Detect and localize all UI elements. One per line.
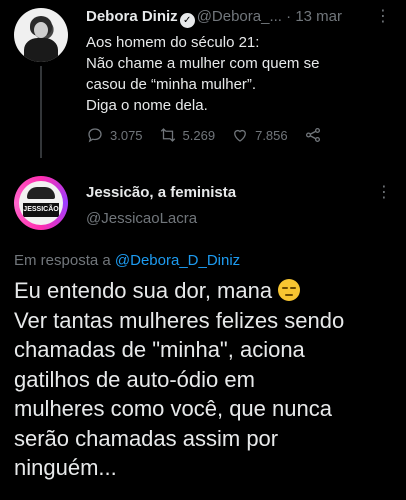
reply-line: mulheres como você, que nunca [14,396,332,421]
heart-icon [234,129,246,142]
reply-line: Ver tantas mulheres felizes sendo [14,307,345,333]
thread-connector [40,66,42,158]
share-button[interactable] [304,126,322,144]
more-options-icon[interactable]: ⋮ [375,6,392,26]
tweet-text: Aos homem do século 21: Não chame a mulh… [86,32,386,116]
tweet-line: casou de “minha mulher”. [86,76,257,93]
author-name[interactable]: Debora Diniz [86,8,178,25]
like-button[interactable]: 7.856 [231,126,288,144]
in-reply-handle-link[interactable]: @Debora_D_Diniz [115,252,240,269]
original-tweet[interactable]: Debora Diniz ✓ @Debora_... · 13 mar ⋮ Aos … [0,0,406,160]
reply-line: chamadas de "minha", aciona [14,337,305,362]
share-icon [305,127,320,143]
in-reply-to: Em resposta a @Debora_D_Diniz [14,252,240,269]
retweet-icon [160,128,175,142]
reply-line: ninguém... [14,455,117,480]
tweet-actions: 3.075 5.269 7.856 [86,126,322,144]
reply-text: Eu entendo sua dor, mana Ver tantas mulh… [14,276,400,483]
tweet-line: Diga o nome dela. [86,97,208,114]
tweet-header: Debora Diniz ✓ @Debora_... · 13 mar [86,8,342,28]
reply-author-handle[interactable]: @JessicaoLacra [86,210,197,227]
reply-count: 3.075 [110,127,143,143]
like-count: 7.856 [255,127,288,143]
reply-line: Eu entendo sua dor, mana [14,278,273,303]
reply-line: gatilhos de auto-ódio em [14,366,255,392]
retweet-count: 5.269 [182,127,216,143]
more-options-icon[interactable]: ⋮ [376,182,392,202]
tweet-line: Aos homem do século 21: [86,34,260,51]
reply-button[interactable]: 3.075 [86,126,143,144]
pensive-face-icon [278,279,301,301]
avatar-jessicao[interactable]: JESSICÃO [14,176,68,230]
tweet-date[interactable]: 13 mar [295,8,342,25]
verified-badge-icon: ✓ [179,13,195,28]
author-handle[interactable]: @Debora_... [197,8,282,25]
in-reply-prefix: Em resposta a [14,252,111,269]
reply-line: serão chamadas assim por [14,425,279,451]
avatar-text: JESSICÃO [23,203,59,217]
reply-author-name[interactable]: Jessicão, a feminista [86,184,236,201]
retweet-button[interactable]: 5.269 [159,126,216,144]
tweet-line: Não chame a mulher com quem se [86,55,320,72]
separator: · [286,8,292,25]
reply-icon [88,128,102,143]
avatar-debora[interactable] [14,8,68,62]
